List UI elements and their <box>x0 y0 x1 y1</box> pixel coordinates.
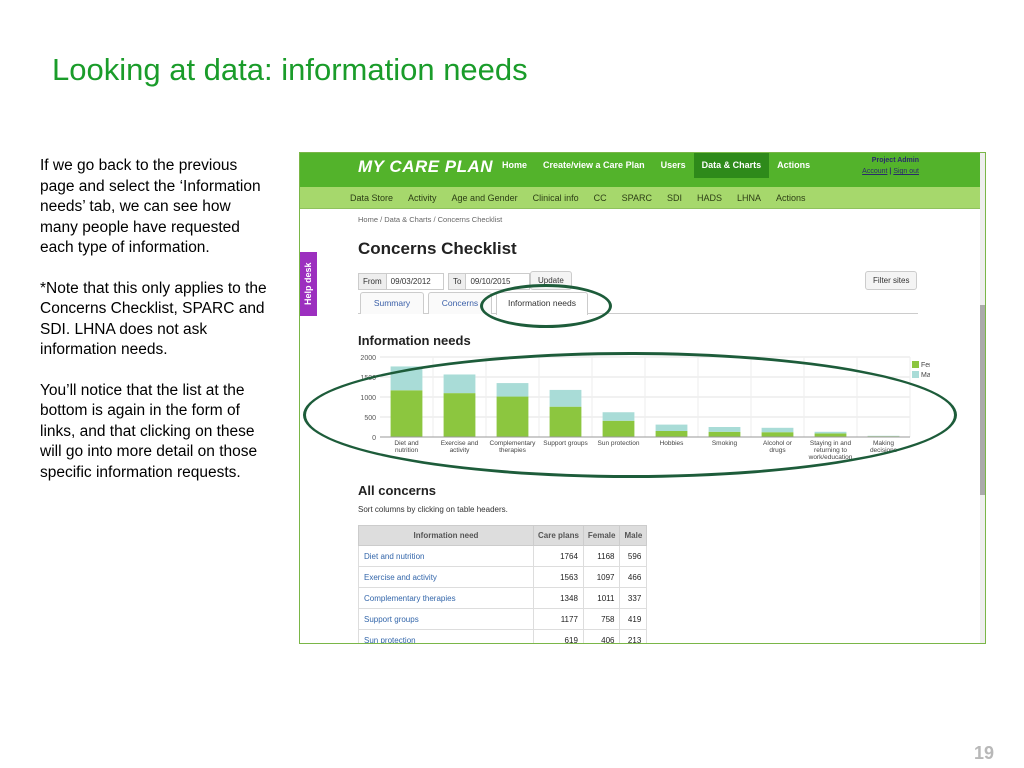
slide-notes: If we go back to the previous page and s… <box>40 156 268 503</box>
subnav-age-gender[interactable]: Age and Gender <box>452 187 518 208</box>
subnav-actions[interactable]: Actions <box>776 187 806 208</box>
information-need-link[interactable]: Diet and nutrition <box>358 545 534 567</box>
subnav-clinical-info[interactable]: Clinical info <box>533 187 579 208</box>
tab-summary[interactable]: Summary <box>360 292 424 314</box>
page-number: 19 <box>973 743 994 763</box>
app-logo[interactable]: MY CARE PLAN <box>358 157 493 177</box>
highlight-ellipse-chart <box>303 352 957 478</box>
from-date-field[interactable]: From 09/03/2012 <box>358 273 444 290</box>
subnav-sparc[interactable]: SPARC <box>622 187 652 208</box>
table-cell: 466 <box>619 566 648 588</box>
scrollbar-thumb[interactable] <box>980 305 985 495</box>
nav-data-charts[interactable]: Data & Charts <box>693 153 770 178</box>
admin-name: Project Admin <box>871 157 919 164</box>
table-cell: 1764 <box>533 545 584 567</box>
col-male[interactable]: Male <box>619 525 648 546</box>
subnav-lhna[interactable]: LHNA <box>737 187 761 208</box>
table-row: Exercise and activity 1563 1097 466 <box>358 566 648 588</box>
nav-users[interactable]: Users <box>653 153 694 178</box>
table-row: Sun protection 619 406 213 <box>358 629 648 643</box>
table-row: Support groups 1177 758 419 <box>358 608 648 630</box>
from-value: 09/03/2012 <box>390 277 431 286</box>
information-need-link[interactable]: Exercise and activity <box>358 566 534 588</box>
table-cell: 758 <box>582 608 621 630</box>
table-cell: 1168 <box>582 545 621 567</box>
table-cell: 619 <box>533 629 584 643</box>
col-female[interactable]: Female <box>582 525 621 546</box>
col-information-need[interactable]: Information need <box>358 525 534 546</box>
information-needs-table: Information need Care plans Female Male … <box>358 525 648 643</box>
table-body: Diet and nutrition 1764 1168 596 Exercise an… <box>358 545 648 643</box>
table-cell: 596 <box>619 545 648 567</box>
note-paragraph: If we go back to the previous page and s… <box>40 157 261 256</box>
top-bar: MY CARE PLAN Home Create/view a Care Pla… <box>300 153 985 187</box>
to-label: To <box>449 274 467 289</box>
table-cell: 1097 <box>582 566 621 588</box>
subnav-data-store[interactable]: Data Store <box>350 187 393 208</box>
section-title: Information needs <box>358 333 471 348</box>
slide-title: Looking at data: information needs <box>52 52 528 87</box>
help-desk-tab[interactable]: Help desk <box>300 252 317 316</box>
col-care-plans[interactable]: Care plans <box>533 525 584 546</box>
table-cell: 213 <box>619 629 648 643</box>
table-cell: 1563 <box>533 566 584 588</box>
nav-home[interactable]: Home <box>494 153 535 178</box>
all-concerns-title: All concerns <box>358 483 437 498</box>
to-value: 09/10/2015 <box>470 277 511 286</box>
table-cell: 406 <box>582 629 621 643</box>
legend-label: Male <box>921 372 930 379</box>
note-paragraph: *Note that this only applies to the Conc… <box>40 279 267 359</box>
admin-box: Project Admin Account | Sign out <box>862 157 919 175</box>
legend-swatch <box>912 361 919 368</box>
information-need-link[interactable]: Sun protection <box>358 629 534 643</box>
table-cell: 419 <box>619 608 648 630</box>
nav-actions[interactable]: Actions <box>769 153 818 178</box>
information-need-link[interactable]: Complementary therapies <box>358 587 534 609</box>
table-cell: 337 <box>619 587 648 609</box>
sign-out-link[interactable]: Sign out <box>893 168 919 175</box>
information-need-link[interactable]: Support groups <box>358 608 534 630</box>
subnav-activity[interactable]: Activity <box>408 187 437 208</box>
subnav-cc[interactable]: CC <box>594 187 607 208</box>
table-cell: 1348 <box>533 587 584 609</box>
sub-nav: Data Store Activity Age and Gender Clini… <box>300 187 985 209</box>
breadcrumb[interactable]: Home / Data & Charts / Concerns Checklis… <box>358 215 502 224</box>
nav-create-care-plan[interactable]: Create/view a Care Plan <box>535 153 653 178</box>
legend-swatch <box>912 371 919 378</box>
y-tick-label: 2000 <box>360 355 376 362</box>
main-nav: Home Create/view a Care Plan Users Data … <box>494 153 818 187</box>
scrollbar[interactable] <box>980 153 985 643</box>
table-cell: 1011 <box>582 587 621 609</box>
from-label: From <box>359 274 387 289</box>
page-title: Concerns Checklist <box>358 239 517 258</box>
legend-label: Female <box>921 362 930 369</box>
tab-bar: Summary Concerns Information needs <box>358 292 918 315</box>
table-row: Diet and nutrition 1764 1168 596 <box>358 545 648 567</box>
subnav-hads[interactable]: HADS <box>697 187 722 208</box>
highlight-ellipse-tab <box>480 284 612 328</box>
account-link[interactable]: Account <box>862 168 887 175</box>
filter-sites-button[interactable]: Filter sites <box>865 271 918 290</box>
subnav-sdi[interactable]: SDI <box>667 187 682 208</box>
table-cell: 1177 <box>533 608 584 630</box>
note-paragraph: You’ll notice that the list at the botto… <box>40 381 258 481</box>
sort-hint: Sort columns by clicking on table header… <box>358 505 508 514</box>
table-row: Complementary therapies 1348 1011 337 <box>358 587 648 609</box>
